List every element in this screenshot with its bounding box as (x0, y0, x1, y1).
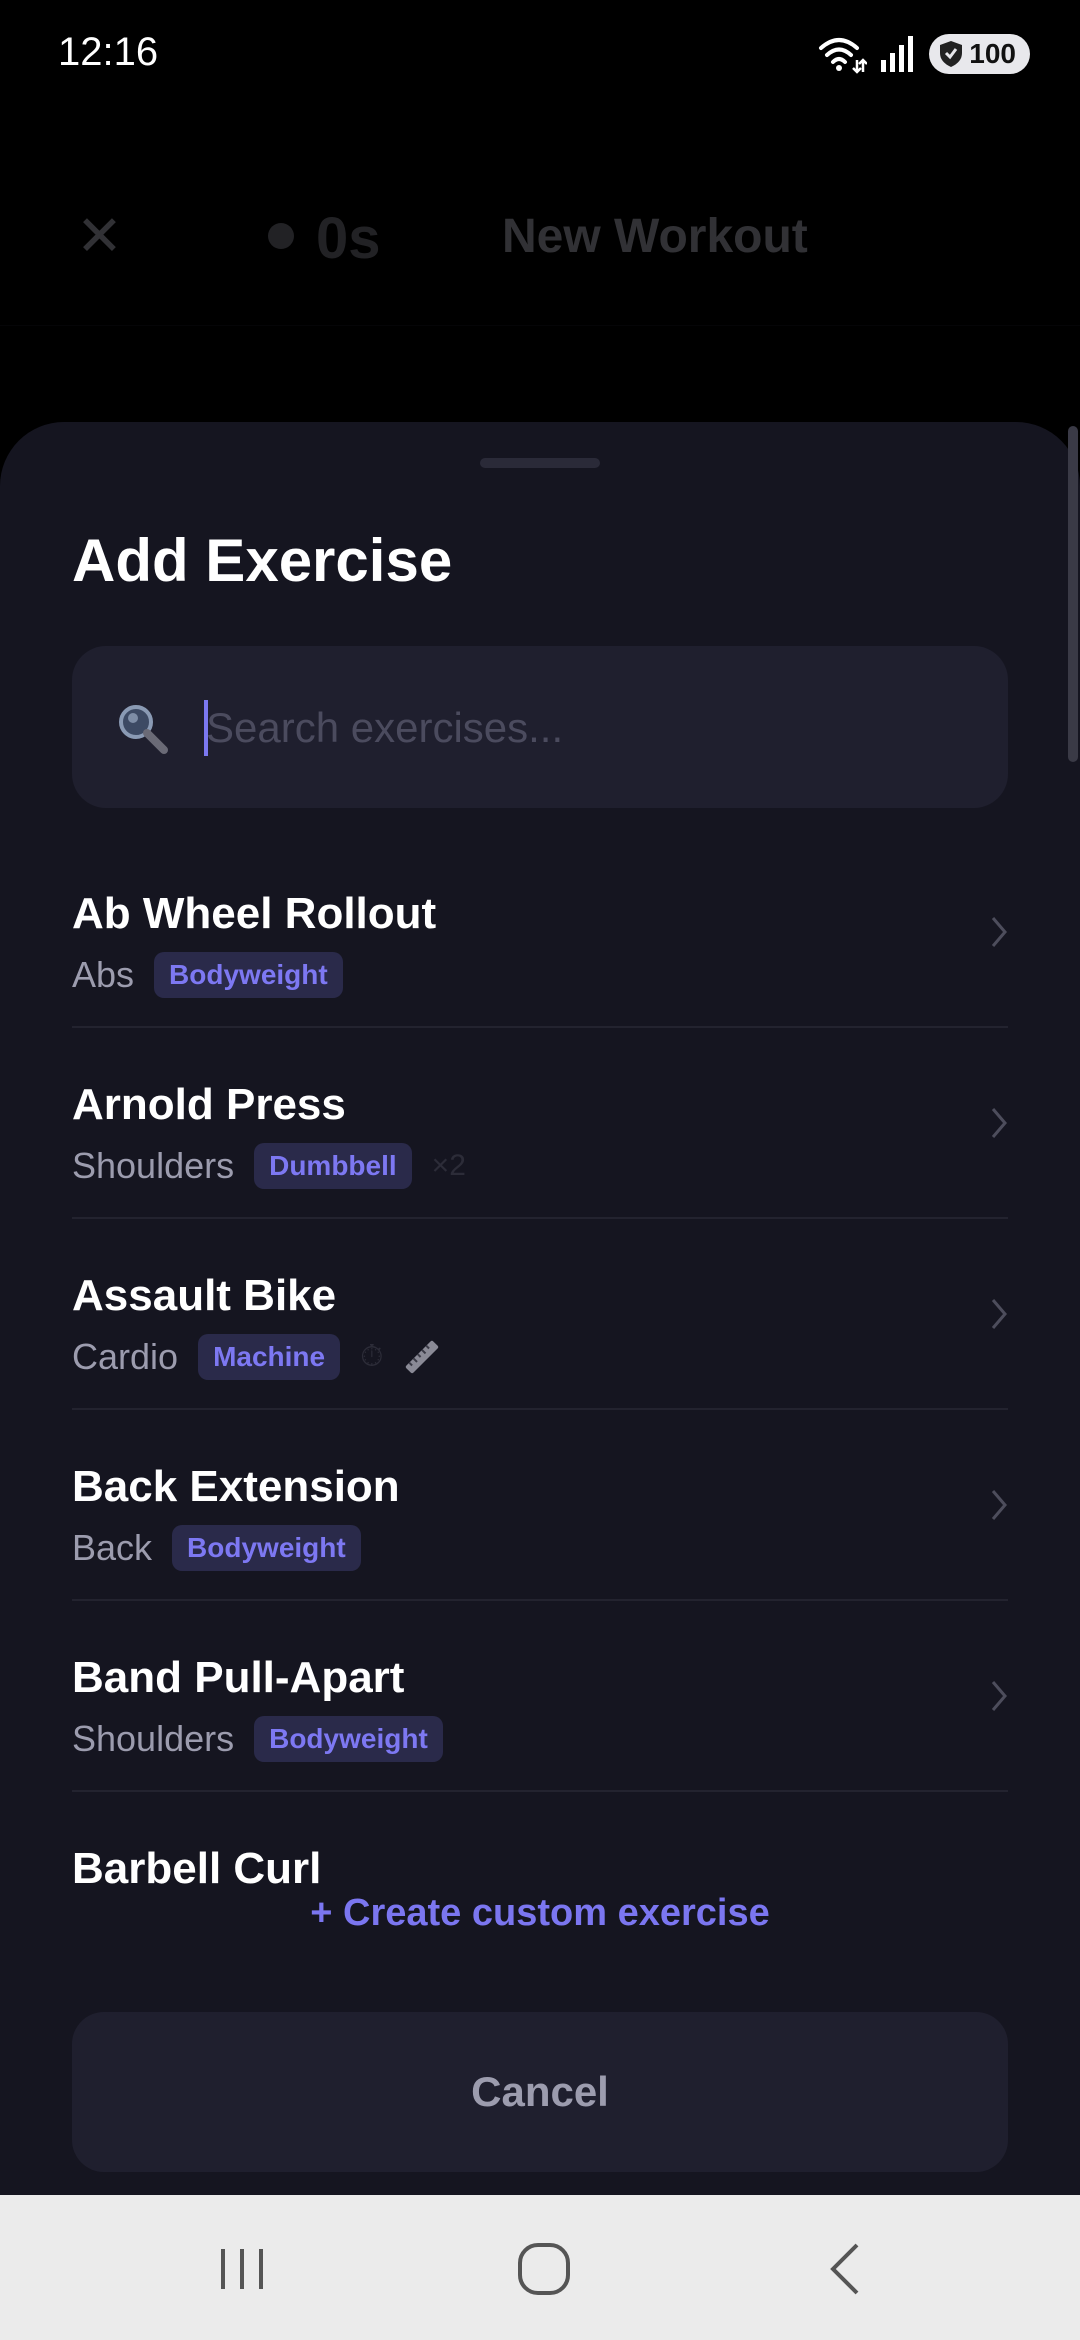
shield-icon (940, 41, 963, 67)
status-time: 12:16 (58, 30, 159, 74)
exercise-meta: Shoulders Dumbbell ×2 (72, 1142, 484, 1190)
workout-header: ✕ 0s New Workout (0, 175, 1080, 326)
navigation-bar (0, 2195, 1080, 2340)
exercise-item-back-extension[interactable]: Back Extension Back Bodyweight (72, 1410, 1008, 1601)
status-bar: 12:16 100 (0, 0, 1080, 110)
create-custom-exercise-link[interactable]: + Create custom exercise (0, 1892, 1080, 1935)
exercise-name: Arnold Press (72, 1080, 346, 1129)
workout-timer: 0s (316, 206, 381, 271)
search-box[interactable] (72, 646, 1008, 808)
chevron-right-icon (991, 917, 1007, 947)
exercise-item-assault-bike[interactable]: Assault Bike Cardio Machine ⏱ (72, 1219, 1008, 1410)
chevron-right-icon (991, 1299, 1007, 1329)
exercise-muscle: Cardio (72, 1336, 179, 1377)
signal-icon (881, 36, 914, 72)
ruler-icon (405, 1340, 438, 1374)
exercise-meta: Abs Bodyweight (72, 951, 363, 999)
exercise-meta: Shoulders Bodyweight (72, 1715, 463, 1763)
header-divider (0, 325, 1080, 326)
exercise-muscle: Back (72, 1527, 153, 1568)
equipment-tag: Machine (198, 1334, 341, 1380)
exercise-list[interactable]: Ab Wheel Rollout Abs Bodyweight Arnold P… (0, 837, 1080, 1897)
drag-handle[interactable] (480, 458, 600, 468)
exercise-item-barbell-curl[interactable]: Barbell Curl (72, 1792, 1008, 1897)
timer-icon: ⏱ (360, 1340, 384, 1373)
exercise-item-ab-wheel-rollout[interactable]: Ab Wheel Rollout Abs Bodyweight (72, 837, 1008, 1028)
wifi-icon (819, 38, 868, 74)
app-screen: 12:16 100 ✕ 0s New Workout Add Exercise … (0, 0, 1080, 2340)
exercise-name: Back Extension (72, 1462, 400, 1511)
timer-indicator (268, 223, 294, 249)
sheet-title: Add Exercise (72, 527, 453, 594)
scrollbar[interactable] (1068, 426, 1078, 762)
equipment-tag: Bodyweight (172, 1525, 361, 1571)
exercise-muscle: Shoulders (72, 1718, 235, 1759)
back-icon[interactable] (811, 2237, 881, 2301)
exercise-name: Ab Wheel Rollout (72, 889, 437, 938)
exercise-name: Barbell Curl (72, 1844, 322, 1893)
exercise-muscle: Abs (72, 954, 135, 995)
exercise-item-band-pull-apart[interactable]: Band Pull-Apart Shoulders Bodyweight (72, 1601, 1008, 1792)
exercise-name: Band Pull-Apart (72, 1653, 405, 1702)
status-icons: 100 (817, 32, 1030, 76)
equipment-tag: Bodyweight (154, 952, 343, 998)
pair-count: ×2 (431, 1149, 466, 1182)
close-icon: ✕ (76, 204, 123, 267)
battery-badge: 100 (929, 34, 1030, 74)
search-icon (119, 705, 168, 754)
battery-level: 100 (969, 38, 1016, 69)
exercise-name: Assault Bike (72, 1271, 337, 1320)
home-icon[interactable] (509, 2237, 579, 2301)
equipment-tag: Dumbbell (254, 1143, 412, 1189)
exercise-meta: Back Bodyweight (72, 1524, 381, 1572)
equipment-tag: Bodyweight (254, 1716, 443, 1762)
cancel-button[interactable]: Cancel (72, 2012, 1008, 2172)
exercise-muscle: Shoulders (72, 1145, 235, 1186)
chevron-right-icon (991, 1681, 1007, 1711)
search-input[interactable] (206, 686, 966, 770)
chevron-right-icon (991, 1490, 1007, 1520)
add-exercise-sheet: Add Exercise Ab Wheel Rollout Abs Bodywe… (0, 422, 1080, 2195)
workout-title: New Workout (502, 210, 808, 263)
chevron-right-icon (991, 1108, 1007, 1138)
recent-apps-icon[interactable] (207, 2237, 277, 2301)
exercise-item-arnold-press[interactable]: Arnold Press Shoulders Dumbbell ×2 (72, 1028, 1008, 1219)
exercise-meta: Cardio Machine ⏱ (72, 1333, 442, 1381)
